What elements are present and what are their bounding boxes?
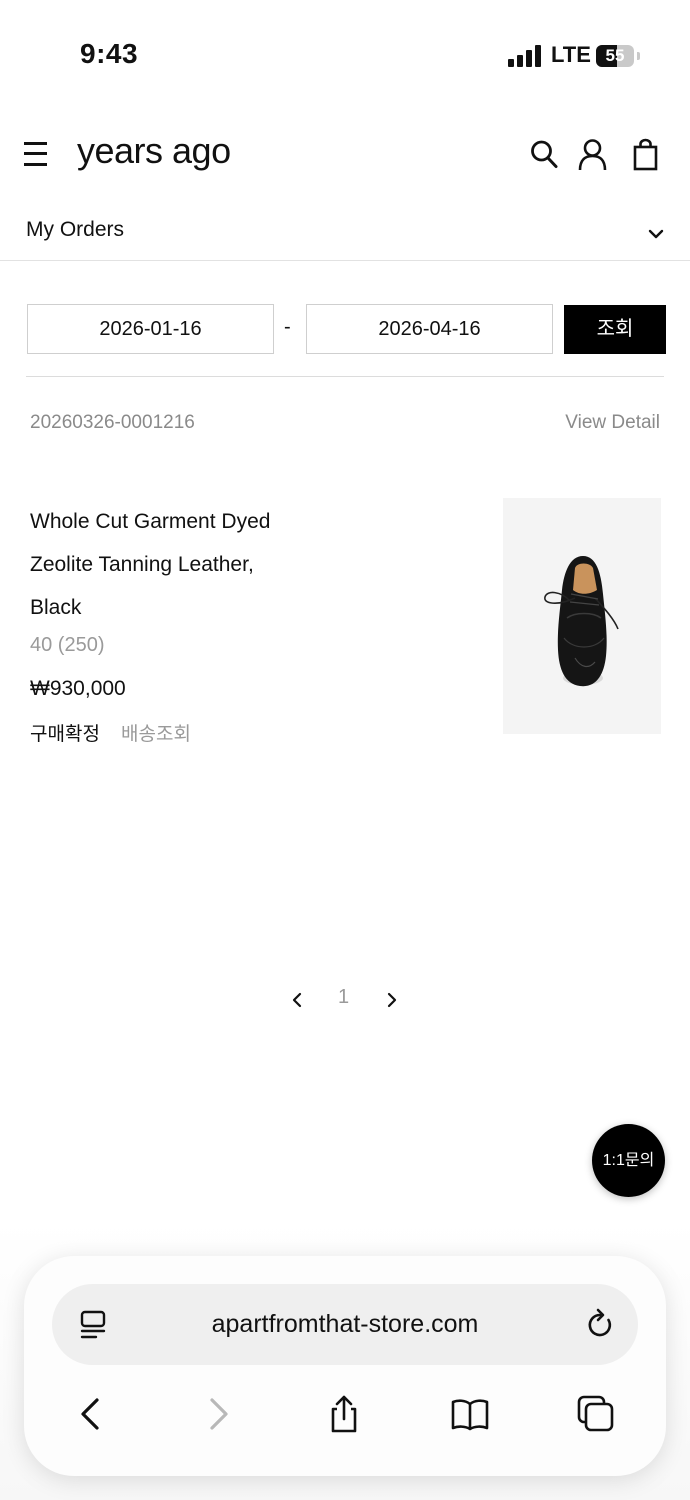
product-image[interactable] — [503, 498, 661, 734]
share-icon[interactable] — [324, 1394, 364, 1434]
divider — [26, 376, 664, 377]
product-price: ₩930,000 — [30, 677, 126, 700]
page-number[interactable]: 1 — [338, 986, 349, 1009]
signal-icon — [508, 45, 542, 67]
reload-icon[interactable] — [584, 1308, 616, 1342]
product-name[interactable]: Whole Cut Garment Dyed Zeolite Tanning L… — [30, 500, 330, 629]
browser-toolbar: apartfromthat-store.com — [24, 1256, 666, 1476]
battery-percent: 55 — [605, 46, 625, 65]
order-status: 구매확정 — [30, 724, 100, 745]
search-button[interactable]: 조회 — [564, 305, 666, 354]
forward-icon[interactable] — [199, 1394, 239, 1434]
chevron-right-icon[interactable] — [385, 990, 399, 1010]
status-time: 9:43 — [80, 38, 139, 69]
date-separator: - — [284, 316, 291, 338]
end-date-field[interactable]: 2026-04-16 — [306, 304, 553, 354]
menu-icon[interactable] — [24, 140, 48, 168]
product-name-line: Black — [30, 596, 82, 619]
shoe-image — [544, 556, 619, 687]
track-delivery-link[interactable]: 배송조회 — [121, 719, 191, 746]
view-detail-link[interactable]: View Detail — [565, 412, 660, 434]
network-label: LTE — [551, 42, 591, 67]
product-name-line: Zeolite Tanning Leather, — [30, 553, 254, 576]
chevron-down-icon[interactable] — [646, 224, 666, 244]
address-bar[interactable]: apartfromthat-store.com — [52, 1284, 638, 1365]
order-number: 20260326-0001216 — [30, 412, 195, 433]
search-icon[interactable] — [529, 138, 561, 172]
status-bar: 9:43 LTE 55 — [0, 0, 690, 110]
page-title: My Orders — [26, 218, 125, 241]
shopping-bag-icon[interactable] — [630, 138, 662, 172]
page-nav[interactable]: My Orders — [0, 204, 690, 261]
product-option: 40 (250) — [30, 634, 105, 656]
product-name-line: Whole Cut Garment Dyed — [30, 510, 271, 533]
bookmarks-icon[interactable] — [450, 1394, 490, 1434]
url-text[interactable]: apartfromthat-store.com — [52, 1310, 638, 1339]
start-date-field[interactable]: 2026-01-16 — [27, 304, 274, 354]
battery-icon: 55 — [596, 45, 634, 67]
chevron-left-icon[interactable] — [290, 990, 304, 1010]
tabs-icon[interactable] — [576, 1394, 616, 1434]
account-icon[interactable] — [577, 138, 609, 172]
inquiry-chat-button[interactable]: 1:1문의 — [592, 1124, 665, 1197]
battery-cap — [637, 52, 640, 60]
brand-logo[interactable]: years ago — [77, 130, 231, 172]
back-icon[interactable] — [70, 1394, 110, 1434]
